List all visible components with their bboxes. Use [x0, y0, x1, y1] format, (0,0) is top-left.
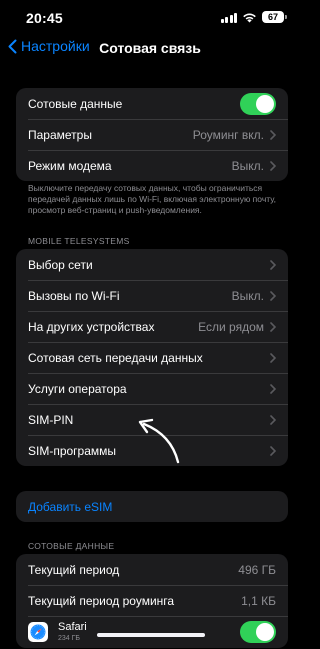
- add-esim-label: Добавить eSIM: [28, 499, 113, 514]
- chevron-right-icon: [270, 129, 276, 140]
- params-row[interactable]: Параметры Роуминг вкл.: [16, 119, 288, 150]
- row-label: Сотовая сеть передачи данных: [28, 350, 203, 365]
- modem-value: Выкл.: [231, 158, 264, 173]
- row-value: Выкл.: [231, 288, 264, 303]
- roaming-period-label: Текущий период роуминга: [28, 593, 175, 608]
- cellular-data-label: Сотовые данные: [28, 96, 123, 111]
- chevron-right-icon: [270, 321, 276, 332]
- roaming-period-value: 1,1 КБ: [241, 593, 276, 608]
- page-title: Сотовая связь: [99, 40, 201, 56]
- cellular-data-network-row[interactable]: Сотовая сеть передачи данных: [16, 342, 288, 373]
- modem-row[interactable]: Режим модема Выкл.: [16, 150, 288, 181]
- row-label: Выбор сети: [28, 257, 93, 272]
- chevron-right-icon: [270, 383, 276, 394]
- params-label: Параметры: [28, 127, 92, 142]
- cellular-note: Выключите передачу сотовых данных, чтобы…: [28, 183, 277, 215]
- current-period-value: 496 ГБ: [238, 562, 276, 577]
- battery-icon: 67: [262, 11, 287, 23]
- status-bar: 20:45 67: [0, 0, 300, 32]
- current-period-row: Текущий период 496 ГБ: [16, 554, 288, 585]
- wifi-icon: [242, 12, 257, 23]
- chevron-right-icon: [270, 259, 276, 270]
- safari-data-toggle[interactable]: [240, 621, 276, 643]
- other-devices-row[interactable]: На других устройствах Если рядом: [16, 311, 288, 342]
- add-esim-button[interactable]: Добавить eSIM: [16, 491, 288, 522]
- roaming-period-row: Текущий период роуминга 1,1 КБ: [16, 585, 288, 616]
- row-label: Вызовы по Wi-Fi: [28, 288, 120, 303]
- home-indicator: [97, 633, 205, 637]
- params-value: Роуминг вкл.: [192, 127, 264, 142]
- status-time: 20:45: [26, 10, 63, 26]
- operator-section-header: MOBILE TELESYSTEMS: [28, 236, 130, 246]
- current-period-label: Текущий период: [28, 562, 120, 577]
- esim-group: Добавить eSIM: [16, 491, 288, 522]
- row-label: Услуги оператора: [28, 381, 127, 396]
- chevron-right-icon: [270, 352, 276, 363]
- chevron-right-icon: [270, 445, 276, 456]
- data-section-header: СОТОВЫЕ ДАННЫЕ: [28, 541, 115, 551]
- cellular-data-toggle[interactable]: [240, 92, 276, 115]
- modem-label: Режим модема: [28, 158, 112, 173]
- cellular-data-row[interactable]: Сотовые данные: [16, 88, 288, 119]
- nav-bar: Настройки Сотовая связь: [0, 36, 300, 62]
- status-icons: 67: [220, 10, 287, 24]
- network-selection-row[interactable]: Выбор сети: [16, 249, 288, 280]
- carrier-services-row[interactable]: Услуги оператора: [16, 373, 288, 404]
- app-text: Safari 234 ГБ: [58, 621, 240, 643]
- signal-icon: [220, 12, 237, 23]
- wifi-calling-row[interactable]: Вызовы по Wi-Fi Выкл.: [16, 280, 288, 311]
- chevron-right-icon: [270, 290, 276, 301]
- cellular-group: Сотовые данные Параметры Роуминг вкл. Ре…: [16, 88, 288, 181]
- chevron-right-icon: [270, 160, 276, 171]
- chevron-right-icon: [270, 414, 276, 425]
- row-label: На других устройствах: [28, 319, 155, 334]
- app-row-safari: Safari 234 ГБ: [16, 616, 288, 648]
- safari-icon: [28, 622, 48, 642]
- row-value: Если рядом: [198, 319, 264, 334]
- arrow-annotation: [130, 410, 190, 475]
